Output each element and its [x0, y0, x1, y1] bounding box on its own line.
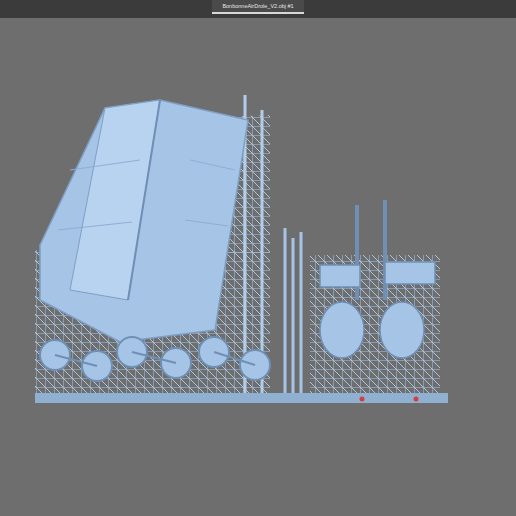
wheel-sets: [40, 337, 270, 381]
rods: [285, 228, 301, 395]
support-lattice: [35, 95, 440, 395]
viewport[interactable]: [0, 18, 516, 516]
marker-dot: [414, 397, 419, 402]
wagon-body: [40, 100, 248, 342]
file-tab[interactable]: BonbonneAirDrole_V2.obj #1: [212, 0, 303, 14]
viewer-window: BonbonneAirDrole_V2.obj #1: [0, 0, 516, 516]
model-render[interactable]: [0, 18, 516, 516]
title-bar: BonbonneAirDrole_V2.obj #1: [0, 0, 516, 18]
marker-dot: [360, 397, 365, 402]
build-base: [35, 393, 448, 403]
brake-parts: [320, 200, 435, 358]
